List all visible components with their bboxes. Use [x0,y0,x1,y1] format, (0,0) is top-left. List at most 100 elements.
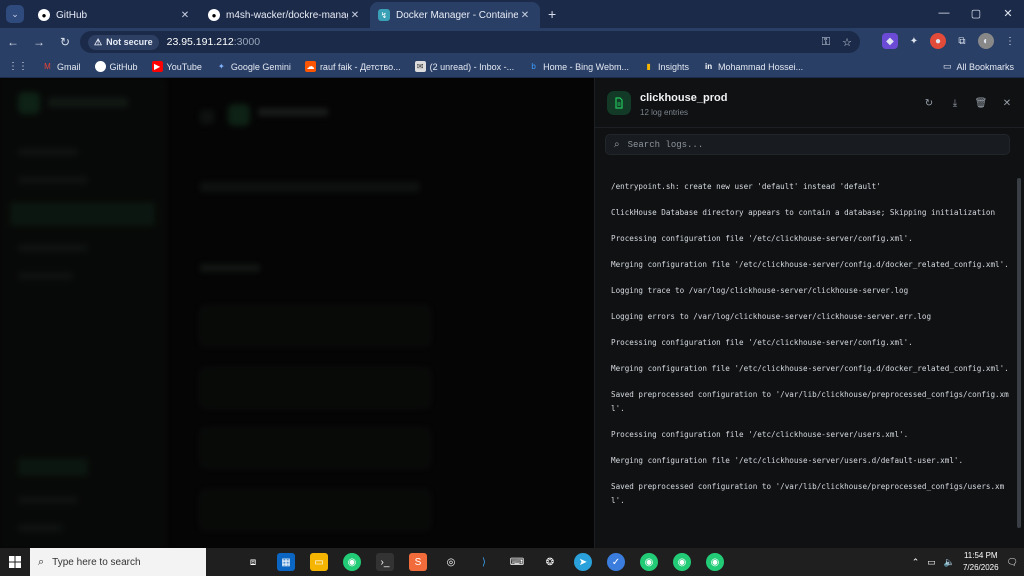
notifications-icon[interactable]: 🗨 [1007,557,1018,568]
app-icon[interactable]: ✓ [607,553,625,571]
tab-github[interactable]: ● GitHub ✕ [30,2,200,28]
telegram-icon[interactable]: ➤ [574,553,592,571]
bookmark-bing[interactable]: b Home - Bing Webm... [528,61,629,72]
address-bar[interactable]: ⚠ Not secure 23.95.191.212:3000 ⚿ ☆ [80,31,860,53]
reload-icon[interactable]: ↻ [52,35,78,49]
puzzle-icon[interactable]: ⧉ [954,33,970,49]
youtube-icon: ▶ [151,61,163,72]
tab-docker-manager[interactable]: ↯ Docker Manager - Container C ✕ [370,2,540,28]
extension-icon[interactable]: ✦ [906,33,922,49]
system-tray: ⌃ ▭ 🔈 11:54 PM 7/26/2026 🗨 [912,548,1018,576]
app-icon[interactable]: ⌨ [508,553,526,571]
date: 7/26/2026 [962,563,999,572]
bookmark-rauf[interactable]: ☁ rauf faik - Детство... [304,61,401,72]
close-icon[interactable]: ✕ [518,10,532,21]
mail-icon: ✉ [414,61,426,72]
back-icon[interactable]: ← [0,35,26,49]
profile-avatar[interactable]: ◐ [978,33,994,49]
close-icon[interactable]: ✕ [348,10,362,21]
bookmark-label: rauf faik - Детство... [319,61,401,72]
search-input[interactable] [627,139,988,150]
security-badge[interactable]: ⚠ Not secure [88,34,159,50]
app-icon[interactable]: ◎ [442,553,460,571]
file-explorer-icon[interactable]: ▭ [310,553,328,571]
network-icon[interactable]: ▭ [927,557,936,568]
browser-tab-strip: ⌄ ● GitHub ✕ ● m4sh-wacker/dockre-manage… [0,0,1024,28]
password-key-icon[interactable]: ⚿ [822,36,830,49]
volume-icon[interactable]: 🔈 [944,557,955,568]
bookmark-linkedin[interactable]: in Mohammad Hossei... [703,61,803,72]
task-view-icon[interactable]: ⧈ [244,553,262,571]
gemini-icon: ✦ [218,62,225,71]
bookmark-star-icon[interactable]: ☆ [842,36,852,49]
extension-icon[interactable]: ● [930,33,946,49]
bookmark-github[interactable]: GitHub [94,61,138,72]
bookmark-gmail[interactable]: M Gmail [42,61,80,72]
bookmark-inbox[interactable]: ✉ (2 unread) - Inbox -... [414,61,514,72]
chatgpt-icon[interactable]: ❂ [541,553,559,571]
chrome-icon[interactable]: ◉ [706,553,724,571]
store-icon[interactable]: ▦ [277,553,295,571]
bookmark-label: Google Gemini [230,61,291,72]
url-host: 23.95.191.212 [166,36,234,48]
sublime-icon[interactable]: S [409,553,427,571]
log-entry: Processing configuration file '/etc/clic… [611,430,909,439]
search-icon: ⌕ [614,139,620,150]
security-label: Not secure [106,37,153,47]
taskbar-search-placeholder: Type here to search [52,556,141,568]
minimize-icon[interactable]: — [928,0,960,26]
trash-icon[interactable]: 🗑 [975,97,988,109]
panel-actions: ↻ ⤓ 🗑 ✕ [923,97,1013,109]
vscode-icon[interactable]: ⟩ [475,553,493,571]
clock[interactable]: 11:54 PM 7/26/2026 [963,550,999,574]
gmail-icon: M [44,62,51,71]
refresh-icon[interactable]: ↻ [923,97,935,109]
warning-icon: ⚠ [94,36,103,47]
extension-icon[interactable]: ◆ [882,33,898,49]
blurred-sidebar [0,78,165,548]
new-tab-button[interactable]: + [548,6,556,22]
url-port: :3000 [233,36,261,48]
folder-icon: ▭ [942,61,952,71]
soundcloud-icon: ☁ [304,61,316,72]
download-icon[interactable]: ⤓ [949,97,961,109]
log-entry: ClickHouse Database directory appears to… [611,208,996,217]
log-count: 12 log entries [640,108,689,117]
chevron-up-icon[interactable]: ⌃ [912,557,920,568]
bookmark-insights[interactable]: ▮ Insights [643,61,689,72]
close-window-icon[interactable]: ✕ [992,0,1024,26]
maximize-icon[interactable]: ▢ [960,0,992,26]
log-entry: Merging configuration file '/etc/clickho… [611,456,964,465]
close-icon[interactable]: ✕ [178,10,192,21]
tab-search-button[interactable]: ⌄ [6,5,24,23]
bookmark-youtube[interactable]: ▶ YouTube [151,61,202,72]
chrome-icon[interactable]: ◉ [343,553,361,571]
search-icon: ⌕ [38,555,45,568]
bookmark-label: Mohammad Hossei... [718,61,804,72]
chevron-down-icon: ⌄ [11,8,19,19]
bookmark-label: Insights [658,61,690,72]
all-bookmarks[interactable]: ▭ All Bookmarks [943,61,1014,72]
window-controls: — ▢ ✕ [928,0,1024,26]
bookmark-gemini[interactable]: ✦ Google Gemini [216,61,291,72]
time: 11:54 PM [963,551,998,560]
menu-icon[interactable]: ⋮ [1002,33,1018,49]
chrome-icon[interactable]: ◉ [640,553,658,571]
github-icon: ● [38,9,50,21]
apps-grid-icon[interactable]: ⋮⋮ [8,61,28,72]
scrollbar[interactable] [1017,178,1021,528]
tab-title: m4sh-wacker/dockre-managem [226,9,348,21]
container-name: clickhouse_prod [640,92,728,104]
bookmark-label: GitHub [109,61,138,72]
forward-icon[interactable]: → [26,35,52,49]
chrome-icon[interactable]: ◉ [673,553,691,571]
terminal-icon[interactable]: ›_ [376,553,394,571]
close-icon[interactable]: ✕ [1001,97,1013,109]
taskbar-search[interactable]: ⌕ Type here to search [30,548,206,576]
tab-repo[interactable]: ● m4sh-wacker/dockre-managem ✕ [200,2,370,28]
app-background-overlay[interactable] [0,78,594,548]
extensions-area: ◆ ✦ ● ⧉ ◐ ⋮ [882,33,1018,49]
linkedin-icon: in [704,62,713,71]
bookmark-label: YouTube [166,61,202,72]
windows-start-button[interactable] [0,556,30,568]
